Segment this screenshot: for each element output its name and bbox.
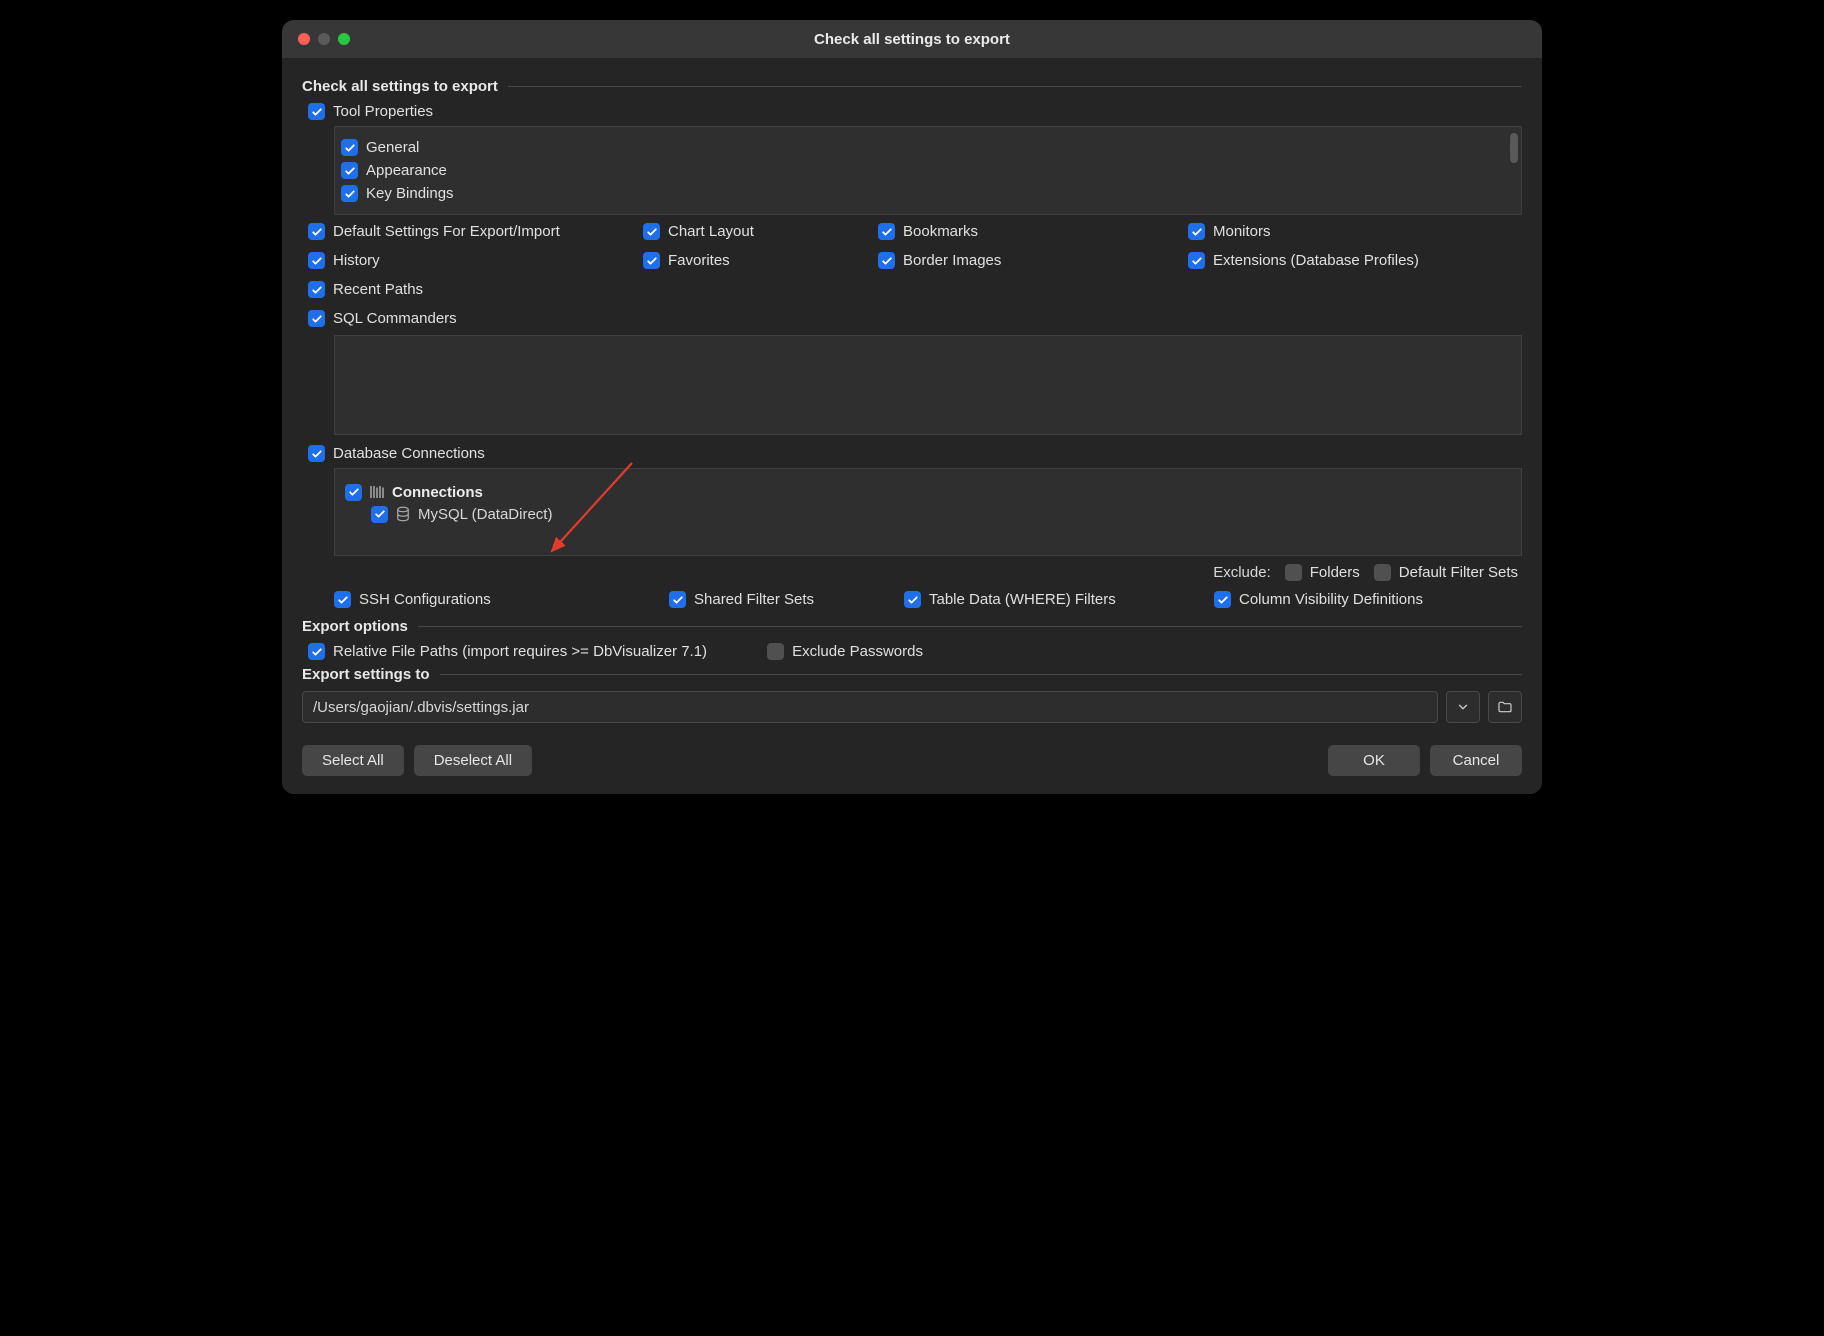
checkbox-label: Key Bindings: [366, 185, 454, 202]
minimize-icon: [318, 33, 330, 45]
checkbox-appearance[interactable]: Appearance: [341, 162, 447, 179]
checkbox-bookmarks[interactable]: Bookmarks: [878, 223, 1188, 240]
titlebar: Check all settings to export: [282, 20, 1542, 58]
checkbox-history[interactable]: History: [308, 252, 643, 269]
checkbox-border-images[interactable]: Border Images: [878, 252, 1188, 269]
folder-icon: [1497, 699, 1513, 715]
exclude-row: Exclude: Folders Default Filter Sets: [302, 564, 1522, 581]
checkbox-monitors[interactable]: Monitors: [1188, 223, 1522, 240]
connections-tree-panel: Connections MySQL (DataDirect): [334, 468, 1522, 556]
tree-root[interactable]: Connections: [345, 483, 1511, 501]
checkbox-default-settings[interactable]: Default Settings For Export/Import: [308, 223, 643, 240]
checkbox-label: Appearance: [366, 162, 447, 179]
cancel-button[interactable]: Cancel: [1430, 745, 1522, 776]
checkbox-label: Database Connections: [333, 445, 485, 462]
export-path-row: [302, 691, 1522, 723]
dialog-content: Check all settings to export Tool Proper…: [282, 58, 1542, 794]
sql-commanders-panel: [334, 335, 1522, 435]
checkbox-label: General: [366, 139, 419, 156]
browse-folder-button[interactable]: [1488, 691, 1522, 723]
checkbox-favorites[interactable]: Favorites: [643, 252, 878, 269]
window-title: Check all settings to export: [282, 31, 1542, 48]
checkbox-relative-paths[interactable]: Relative File Paths (import requires >= …: [308, 643, 707, 660]
export-settings-dialog: Check all settings to export Check all s…: [282, 20, 1542, 794]
checkbox-tool-properties[interactable]: Tool Properties: [308, 103, 433, 120]
checkbox-column-visibility[interactable]: Column Visibility Definitions: [1214, 591, 1522, 608]
checkbox-database-connections[interactable]: Database Connections: [308, 445, 485, 462]
checkbox-chart-layout[interactable]: Chart Layout: [643, 223, 878, 240]
exclude-label: Exclude:: [1213, 564, 1271, 581]
select-all-button[interactable]: Select All: [302, 745, 404, 776]
bottom-grid: SSH Configurations Shared Filter Sets Ta…: [334, 591, 1522, 608]
close-icon[interactable]: [298, 33, 310, 45]
checkbox-exclude-filtersets[interactable]: Default Filter Sets: [1374, 564, 1518, 581]
tree-child[interactable]: MySQL (DataDirect): [371, 505, 1511, 523]
settings-grid: Default Settings For Export/Import Chart…: [308, 223, 1522, 327]
checkbox-exclude-folders[interactable]: Folders: [1285, 564, 1360, 581]
zoom-icon[interactable]: [338, 33, 350, 45]
tree-child-label: MySQL (DataDirect): [418, 506, 552, 523]
checkbox-sql-commanders[interactable]: SQL Commanders: [308, 310, 643, 327]
section-export-options: Export options: [302, 618, 1522, 635]
checkbox-connections-root[interactable]: [345, 484, 362, 501]
tool-properties-panel: General Appearance Key Bindings: [334, 126, 1522, 215]
checkbox-extensions[interactable]: Extensions (Database Profiles): [1188, 252, 1522, 269]
section-title: Export options: [302, 618, 408, 635]
tree-root-label: Connections: [392, 484, 483, 501]
ok-button[interactable]: OK: [1328, 745, 1420, 776]
checkbox-general[interactable]: General: [341, 139, 419, 156]
checkbox-label: Tool Properties: [333, 103, 433, 120]
history-dropdown-button[interactable]: [1446, 691, 1480, 723]
checkbox-recent-paths[interactable]: Recent Paths: [308, 281, 643, 298]
connections-folder-icon: [368, 483, 386, 501]
checkbox-table-data-filters[interactable]: Table Data (WHERE) Filters: [904, 591, 1214, 608]
checkbox-ssh-config[interactable]: SSH Configurations: [334, 591, 669, 608]
checkbox-key-bindings[interactable]: Key Bindings: [341, 185, 454, 202]
checkbox-exclude-passwords[interactable]: Exclude Passwords: [767, 643, 923, 660]
deselect-all-button[interactable]: Deselect All: [414, 745, 532, 776]
section-export-to: Export settings to: [302, 666, 1522, 683]
checkbox-mysql-connection[interactable]: [371, 506, 388, 523]
section-check-all: Check all settings to export: [302, 78, 1522, 95]
scrollbar-thumb[interactable]: [1510, 133, 1518, 163]
database-icon: [394, 505, 412, 523]
export-path-input[interactable]: [302, 691, 1438, 723]
section-title: Export settings to: [302, 666, 430, 683]
dialog-footer: Select All Deselect All OK Cancel: [302, 745, 1522, 776]
window-controls: [298, 33, 350, 45]
checkbox-shared-filter-sets[interactable]: Shared Filter Sets: [669, 591, 904, 608]
chevron-down-icon: [1456, 700, 1470, 714]
section-title: Check all settings to export: [302, 78, 498, 95]
